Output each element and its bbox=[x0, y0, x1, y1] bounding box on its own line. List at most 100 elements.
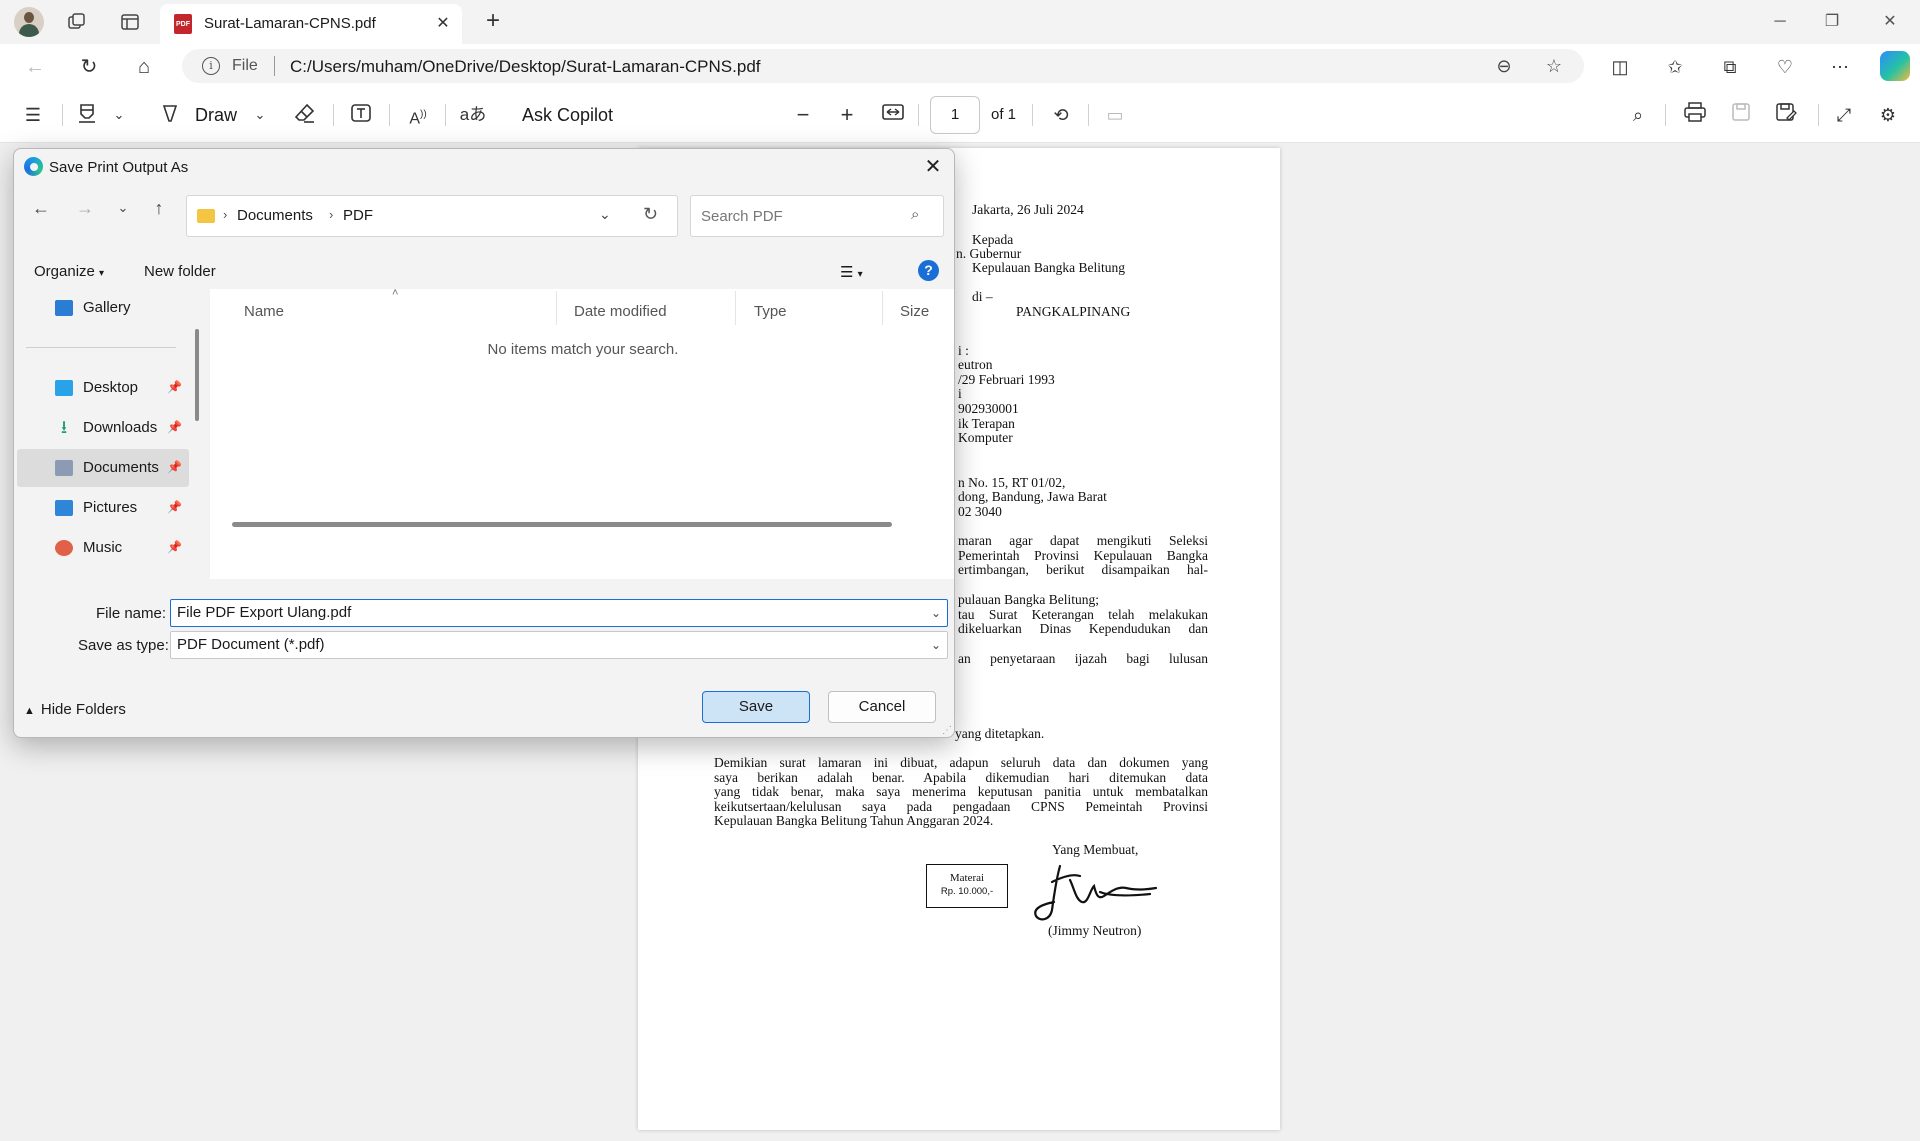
breadcrumb-chevron-icon[interactable]: › bbox=[329, 207, 333, 222]
search-box[interactable]: Search PDF ⌕ bbox=[690, 195, 944, 237]
collections-icon[interactable]: ⧉ bbox=[1715, 52, 1745, 82]
file-name-label: File name: bbox=[96, 605, 167, 622]
hide-folders-button[interactable]: ▲ Hide Folders bbox=[24, 701, 126, 718]
more-menu-icon[interactable]: ⋯ bbox=[1825, 52, 1855, 82]
zoom-out-icon[interactable]: ⊖ bbox=[1492, 54, 1516, 78]
nav-item-downloads[interactable]: ⭳ Downloads 📌 bbox=[17, 409, 189, 447]
address-bar[interactable]: i File C:/Users/muham/OneDrive/Desktop/S… bbox=[182, 49, 1584, 83]
tab-close-icon[interactable]: ✕ bbox=[432, 13, 454, 35]
eraser-icon[interactable] bbox=[292, 102, 318, 128]
column-header-date-modified[interactable]: Date modified bbox=[574, 303, 667, 320]
pin-icon[interactable]: 📌 bbox=[167, 420, 182, 434]
breadcrumb-documents[interactable]: Documents bbox=[237, 207, 313, 224]
save-as-type-select[interactable]: PDF Document (*.pdf) ⌄ bbox=[170, 631, 948, 659]
text-box-icon[interactable] bbox=[348, 102, 374, 128]
window-close-button[interactable]: ✕ bbox=[1870, 8, 1910, 36]
read-aloud-icon[interactable]: A)) bbox=[404, 102, 432, 128]
pin-icon[interactable]: 📌 bbox=[167, 500, 182, 514]
refresh-icon[interactable]: ↻ bbox=[74, 52, 104, 82]
address-breadcrumb[interactable]: › Documents › PDF ⌄ ↻ bbox=[186, 195, 678, 237]
fullscreen-icon[interactable]: ⤢ bbox=[1831, 102, 1857, 128]
draw-icon[interactable] bbox=[157, 102, 183, 128]
dialog-titlebar: Save Print Output As ✕ bbox=[14, 149, 954, 185]
pin-icon[interactable]: 📌 bbox=[167, 380, 182, 394]
cancel-button[interactable]: Cancel bbox=[828, 691, 936, 723]
dialog-close-button[interactable]: ✕ bbox=[920, 155, 946, 181]
rotate-icon[interactable]: ⟲ bbox=[1048, 102, 1074, 128]
nav-item-music[interactable]: Music 📌 bbox=[17, 529, 189, 567]
browser-essentials-icon[interactable]: ♡ bbox=[1770, 52, 1800, 82]
save-button[interactable]: Save bbox=[702, 691, 810, 723]
translate-icon[interactable]: aあ bbox=[459, 102, 487, 128]
column-separator[interactable] bbox=[556, 291, 557, 325]
url-text[interactable]: C:/Users/muham/OneDrive/Desktop/Surat-La… bbox=[290, 57, 761, 77]
restore-button[interactable]: ❐ bbox=[1812, 8, 1852, 36]
save-icon[interactable] bbox=[1728, 102, 1754, 128]
nav-pane-scrollbar[interactable] bbox=[195, 329, 199, 421]
column-header-name[interactable]: Name bbox=[244, 303, 284, 320]
documents-icon bbox=[55, 460, 73, 476]
settings-gear-icon[interactable]: ⚙ bbox=[1875, 102, 1901, 128]
dialog-title: Save Print Output As bbox=[49, 159, 189, 176]
file-name-input[interactable]: File PDF Export Ulang.pdf ⌄ bbox=[170, 599, 948, 627]
identity-line: Komputer bbox=[958, 430, 1013, 445]
column-header-size[interactable]: Size bbox=[900, 303, 929, 320]
favorites-icon[interactable]: ✩ bbox=[1660, 52, 1690, 82]
column-separator[interactable] bbox=[735, 291, 736, 325]
ask-copilot-label[interactable]: Ask Copilot bbox=[522, 102, 613, 128]
back-icon[interactable]: ← bbox=[20, 52, 50, 82]
fit-to-width-icon[interactable] bbox=[880, 102, 906, 128]
save-as-type-dropdown-icon[interactable]: ⌄ bbox=[931, 632, 941, 658]
new-tab-button[interactable]: + bbox=[478, 7, 508, 37]
zoom-out-icon[interactable]: − bbox=[790, 102, 816, 128]
copilot-icon[interactable] bbox=[1880, 51, 1910, 81]
page-view-icon[interactable]: ▭ bbox=[1102, 102, 1128, 128]
view-options-icon[interactable]: ☰ ▾ bbox=[840, 263, 863, 281]
breadcrumb-pdf[interactable]: PDF bbox=[343, 207, 373, 224]
pin-icon[interactable]: 📌 bbox=[167, 540, 182, 554]
identity-line: eutron bbox=[958, 357, 993, 372]
help-icon[interactable]: ? bbox=[918, 260, 939, 281]
nav-item-desktop[interactable]: Desktop 📌 bbox=[17, 369, 189, 407]
workspaces-icon[interactable] bbox=[64, 9, 90, 35]
site-info-icon[interactable]: i bbox=[202, 57, 220, 75]
home-icon[interactable]: ⌂ bbox=[129, 52, 159, 82]
resize-grip-icon[interactable]: ⋰ bbox=[942, 725, 952, 736]
draw-label[interactable]: Draw bbox=[195, 102, 237, 128]
organize-button[interactable]: Organize ▾ bbox=[34, 263, 104, 280]
tab-title: Surat-Lamaran-CPNS.pdf bbox=[204, 15, 376, 32]
save-as-icon[interactable] bbox=[1773, 102, 1799, 128]
split-screen-icon[interactable]: ◫ bbox=[1605, 52, 1635, 82]
find-icon[interactable]: ⌕ bbox=[1625, 102, 1651, 128]
up-arrow-icon[interactable]: ↑ bbox=[146, 195, 172, 221]
draw-dropdown-icon[interactable]: ⌄ bbox=[251, 102, 269, 128]
column-header-type[interactable]: Type bbox=[754, 303, 787, 320]
forward-arrow-icon[interactable]: → bbox=[72, 195, 98, 221]
active-tab[interactable]: PDF Surat-Lamaran-CPNS.pdf ✕ bbox=[160, 4, 462, 44]
zoom-in-icon[interactable]: + bbox=[834, 102, 860, 128]
profile-avatar[interactable] bbox=[14, 7, 44, 37]
back-arrow-icon[interactable]: ← bbox=[28, 195, 54, 221]
page-number-input[interactable]: 1 bbox=[930, 96, 980, 134]
favorite-star-icon[interactable]: ☆ bbox=[1542, 54, 1566, 78]
nav-item-gallery[interactable]: Gallery bbox=[17, 289, 189, 327]
print-icon[interactable] bbox=[1682, 102, 1708, 128]
recent-locations-chevron-icon[interactable]: ⌄ bbox=[110, 195, 136, 221]
materai-label: Materai bbox=[949, 872, 985, 884]
pin-icon[interactable]: 📌 bbox=[167, 460, 182, 474]
column-separator[interactable] bbox=[882, 291, 883, 325]
refresh-icon[interactable]: ↻ bbox=[643, 204, 658, 225]
minimize-button[interactable]: ─ bbox=[1760, 8, 1800, 36]
breadcrumb-chevron-icon[interactable]: › bbox=[223, 207, 227, 222]
navigation-pane: Gallery Desktop 📌 ⭳ Downloads 📌 Document… bbox=[14, 289, 214, 579]
nav-item-documents[interactable]: Documents 📌 bbox=[17, 449, 189, 487]
new-folder-button[interactable]: New folder bbox=[144, 263, 216, 280]
highlight-dropdown-icon[interactable]: ⌄ bbox=[110, 102, 128, 128]
tab-actions-icon[interactable] bbox=[117, 9, 143, 35]
file-name-dropdown-icon[interactable]: ⌄ bbox=[931, 600, 941, 626]
horizontal-scrollbar[interactable] bbox=[232, 522, 892, 527]
nav-item-pictures[interactable]: Pictures 📌 bbox=[17, 489, 189, 527]
highlight-icon[interactable] bbox=[74, 102, 100, 128]
contents-list-icon[interactable]: ☰ bbox=[20, 102, 46, 128]
path-dropdown-icon[interactable]: ⌄ bbox=[599, 206, 611, 223]
